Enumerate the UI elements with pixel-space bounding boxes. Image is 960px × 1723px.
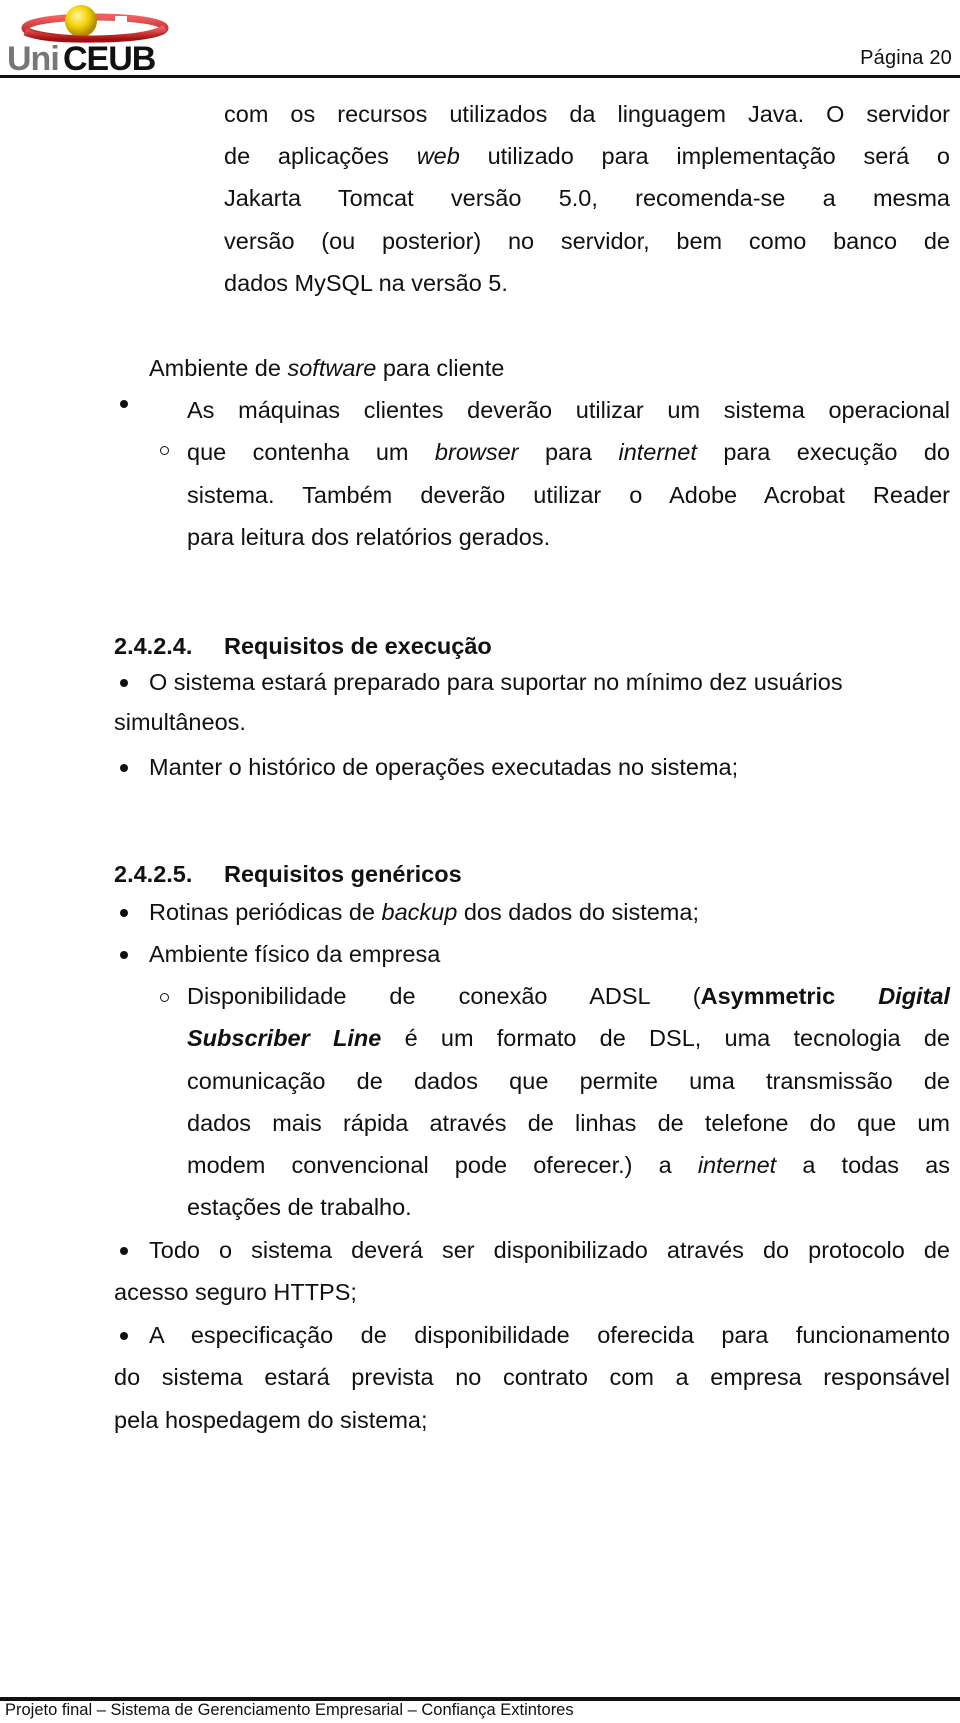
list-item: Manter o histórico de operações executad… — [149, 754, 739, 780]
sublist-line: sistema. Também deverão utilizar o Adobe… — [187, 482, 950, 508]
sublist-line: estações de trabalho. — [187, 1194, 412, 1220]
list-item-continuation: acesso seguro HTTPS; — [114, 1279, 357, 1305]
text: para cliente — [376, 355, 505, 381]
list-item: O sistema estará preparado para suportar… — [149, 669, 843, 695]
sublist-line: As máquinas clientes deverão utilizar um… — [187, 397, 950, 423]
emphasis: web — [416, 143, 460, 169]
text: Ambiente de — [149, 355, 288, 381]
list-item-continuation: do sistema estará prevista no contrato c… — [114, 1364, 950, 1390]
emphasis: browser — [434, 439, 519, 465]
sublist-line: que contenha um browser para internet pa… — [187, 437, 950, 467]
list-item-continuation: simultâneos. — [114, 709, 246, 735]
text: é um formato de DSL, uma tecnologia de — [381, 1025, 950, 1051]
text: dos dados do sistema; — [457, 899, 699, 925]
circle-bullet-icon — [160, 993, 169, 1002]
emphasis: internet — [697, 1152, 777, 1178]
sublist-line: modem convencional pode oferecer.) a int… — [187, 1150, 950, 1180]
list-item: Ambiente de software para cliente — [149, 353, 504, 383]
text: Disponibilidade de conexão ADSL ( — [187, 983, 701, 1009]
sublist-line: Disponibilidade de conexão ADSL (Asymmet… — [187, 981, 950, 1011]
emphasis: software — [287, 355, 377, 381]
bullet-icon — [120, 1247, 128, 1255]
page-number: Página 20 — [860, 47, 952, 69]
sublist-line: comunicação de dados que permite uma tra… — [187, 1068, 950, 1094]
sublist-line: dados mais rápida através de linhas de t… — [187, 1110, 950, 1136]
circle-bullet-icon — [160, 446, 169, 455]
list-item: Rotinas periódicas de backup dos dados d… — [149, 897, 699, 927]
list-item-continuation: pela hospedagem do sistema; — [114, 1407, 428, 1433]
bold-text: Asymmetric — [700, 983, 836, 1009]
header-rule — [0, 75, 960, 78]
section-title: Requisitos de execução — [224, 633, 492, 659]
bullet-icon — [120, 764, 128, 772]
section-title: Requisitos genéricos — [224, 861, 462, 887]
paragraph-line: versão (ou posterior) no servidor, bem c… — [224, 228, 950, 254]
section-number: 2.4.2.5. — [114, 861, 193, 887]
text: Rotinas periódicas de — [149, 899, 382, 925]
text: com os recursos utilizados da linguagem … — [224, 101, 950, 127]
paragraph-line: dados MySQL na versão 5. — [224, 270, 508, 296]
document-page: Uni CEUB Página 20 com os recursos utili… — [0, 0, 960, 1723]
section-number: 2.4.2.4. — [114, 633, 193, 659]
text: que contenha um — [187, 439, 435, 465]
text: para execução do — [696, 439, 951, 465]
list-item: Ambiente físico da empresa — [149, 941, 441, 967]
emphasis: internet — [618, 439, 697, 465]
uniceub-logo: Uni CEUB — [7, 5, 169, 74]
text: de aplicações — [224, 143, 417, 169]
text: para — [518, 439, 619, 465]
sublist-line: Subscriber Line é um formato de DSL, uma… — [187, 1023, 950, 1053]
bullet-icon — [120, 909, 128, 917]
bullet-icon — [120, 1332, 128, 1340]
bold-italic-text: Subscriber Line — [187, 1025, 382, 1051]
text: modem convencional pode oferecer.) a — [187, 1152, 698, 1178]
sublist-line: para leitura dos relatórios gerados. — [187, 524, 551, 550]
paragraph-line: de aplicações web utilizado para impleme… — [224, 141, 950, 171]
paragraph-line: com os recursos utilizados da linguagem … — [224, 99, 950, 129]
bullet-icon — [120, 679, 128, 687]
footer-text: Projeto final – Sistema de Gerenciamento… — [5, 1701, 574, 1719]
bullet-icon — [120, 400, 128, 408]
svg-text:CEUB: CEUB — [63, 40, 156, 74]
text: utilizado para implementação será o — [459, 143, 950, 169]
bold-italic-text: Digital — [878, 983, 950, 1009]
list-item: Todo o sistema deverá ser disponibilizad… — [149, 1237, 950, 1263]
bullet-icon — [120, 951, 128, 959]
list-item: A especificação de disponibilidade ofere… — [149, 1322, 950, 1348]
emphasis: backup — [381, 899, 458, 925]
text: a todas as — [776, 1152, 950, 1178]
paragraph-line: Jakarta Tomcat versão 5.0, recomenda-se … — [224, 185, 950, 211]
svg-text:Uni: Uni — [7, 40, 59, 74]
